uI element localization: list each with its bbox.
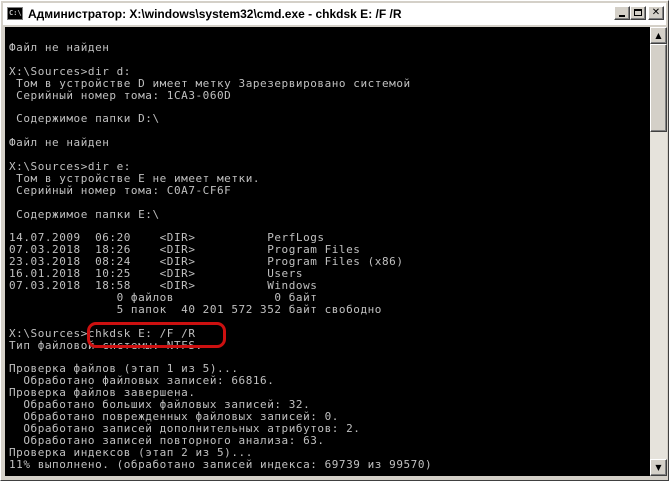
vertical-scrollbar[interactable]: ▲ ▼ [650,27,667,476]
console-line: Обработано записей повторного анализа: 6… [9,433,325,447]
console-line: Файл не найден [9,41,110,54]
console-line: 5 папок 40 201 572 352 байт свободно [9,302,382,316]
window-title: Администратор: X:\windows\system32\cmd.e… [28,7,402,21]
minimize-button[interactable] [614,6,630,20]
console-line: Содержимое папки D:\ [9,112,160,126]
console-line: Содержимое папки E:\ [9,207,160,221]
arrow-up-icon: ▲ [655,31,662,40]
cmd-window: C:\ Администратор: X:\windows\system32\c… [0,0,669,481]
scroll-up-button[interactable]: ▲ [650,27,667,44]
maximize-button[interactable] [630,6,646,20]
console-line: 11% выполнено. (обработано записей индек… [9,457,433,471]
console-line: Серийный номер тома: C0A7-CF6F [9,183,232,197]
command-highlight-annotation [87,322,226,348]
console-line: Том в устройстве D имеет метку Зарезерви… [9,76,411,90]
console-line: Проверка индексов (этап 2 из 5)... [9,445,253,459]
console-output[interactable]: Файл не найден X:\Sources>dir d: Том в ус… [5,27,650,476]
console-line: Серийный номер тома: 1CA3-060D [9,88,232,102]
title-bar[interactable]: C:\ Администратор: X:\windows\system32\c… [3,3,666,25]
cmd-app-icon[interactable]: C:\ [7,7,23,20]
close-button[interactable]: ✕ [648,6,664,20]
scrollbar-thumb[interactable] [650,44,667,132]
console-line: Файл не найден [9,136,110,150]
console-line: X:\Sources>dir d: [9,64,131,78]
arrow-down-icon: ▼ [655,463,662,472]
close-icon: ✕ [651,7,661,18]
console-line: Обработано записей дополнительных атрибу… [9,421,361,435]
maximize-icon [634,9,642,16]
minimize-icon [619,15,625,17]
scroll-down-button[interactable]: ▼ [650,459,667,476]
